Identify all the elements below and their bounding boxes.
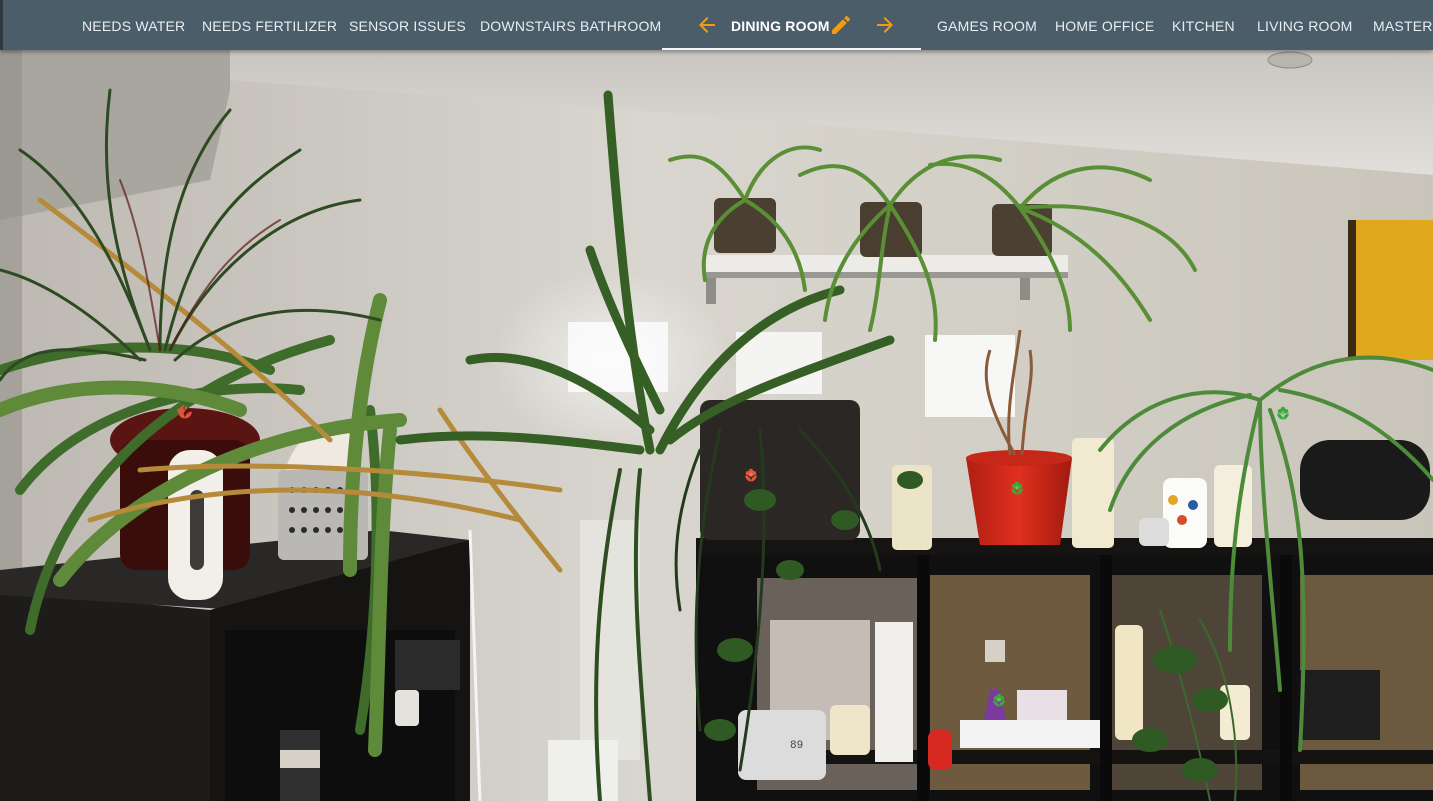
tab-games-room[interactable]: GAMES ROOM <box>937 0 1037 50</box>
flower-icon[interactable] <box>1008 478 1026 496</box>
tab-needs-water[interactable]: NEEDS WATER <box>82 0 185 50</box>
tab-kitchen[interactable]: KITCHEN <box>1172 0 1235 50</box>
flower-icon[interactable] <box>742 465 760 483</box>
flower-icon[interactable] <box>176 402 194 420</box>
room-tab-bar: NEEDS WATER NEEDS FERTILIZER SENSOR ISSU… <box>0 0 1433 50</box>
arrow-left-icon[interactable] <box>695 13 719 37</box>
tab-bar-edge <box>0 0 3 50</box>
active-tab-indicator <box>662 48 921 50</box>
tab-needs-fertilizer[interactable]: NEEDS FERTILIZER <box>202 0 337 50</box>
flower-icon[interactable] <box>1274 403 1292 421</box>
arrow-right-icon[interactable] <box>873 13 897 37</box>
tab-dining-room-active: DINING ROOM <box>662 0 921 50</box>
tab-master[interactable]: MASTER B <box>1373 0 1433 50</box>
tab-dining-room[interactable]: DINING ROOM <box>731 0 830 50</box>
tab-living-room[interactable]: LIVING ROOM <box>1257 0 1353 50</box>
pencil-icon[interactable] <box>829 13 853 37</box>
tab-home-office[interactable]: HOME OFFICE <box>1055 0 1154 50</box>
svg-text:89: 89 <box>790 740 803 752</box>
room-floorplan-image: 89 <box>0 50 1433 801</box>
tab-downstairs-bathroom[interactable]: DOWNSTAIRS BATHROOM <box>480 0 661 50</box>
tab-sensor-issues[interactable]: SENSOR ISSUES <box>349 0 466 50</box>
flower-icon[interactable] <box>990 690 1008 708</box>
